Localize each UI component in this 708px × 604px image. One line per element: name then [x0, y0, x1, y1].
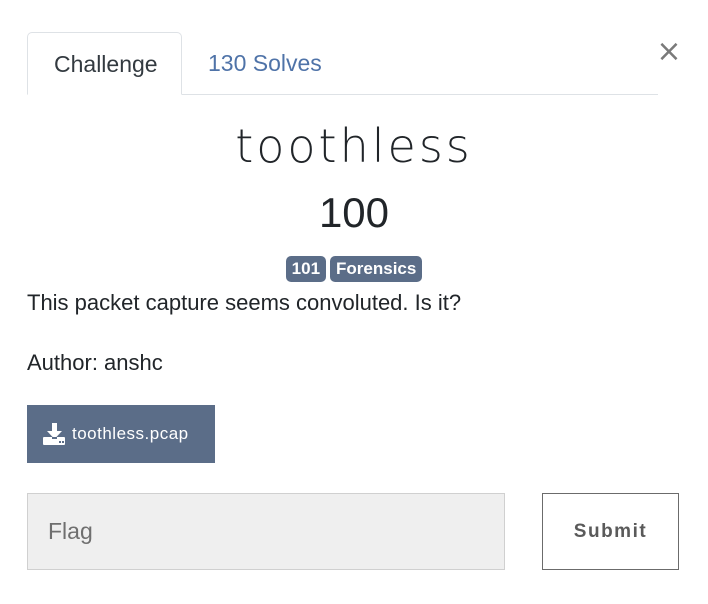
submit-button[interactable]: Submit — [542, 493, 679, 570]
download-icon — [42, 423, 66, 445]
challenge-author: Author: anshc — [27, 350, 163, 375]
flag-input[interactable] — [27, 493, 505, 570]
tag-badge-101: 101 — [285, 256, 327, 282]
challenge-title: toothless — [235, 119, 473, 173]
download-file-button[interactable]: toothless.pcap — [27, 405, 215, 463]
download-file-label: toothless.pcap — [72, 424, 189, 443]
tab-challenge[interactable]: Challenge — [27, 32, 182, 95]
challenge-points: 100 — [318, 189, 390, 236]
tag-list: 101 Forensics — [0, 256, 708, 282]
challenge-modal: × Challenge 130 Solves toothless 100 101… — [0, 0, 708, 604]
tag-badge-forensics: Forensics — [330, 256, 423, 282]
tab-solves[interactable]: 130 Solves — [182, 32, 348, 94]
challenge-description: This packet capture seems convoluted. Is… — [27, 290, 462, 315]
tab-bar: Challenge 130 Solves — [27, 32, 658, 95]
close-button[interactable]: × — [654, 34, 684, 70]
